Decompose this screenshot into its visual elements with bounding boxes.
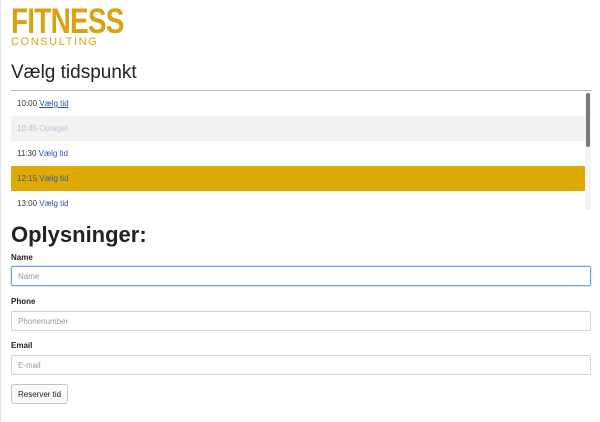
name-input[interactable] (11, 266, 591, 286)
timeslot-row-4-selected[interactable]: 12:15 Vælg tid (11, 166, 591, 191)
name-label: Name (11, 253, 33, 262)
timeslot-time: 13:00 (17, 199, 38, 208)
timeslot-time: 10:45 (17, 124, 38, 133)
scrollbar-thumb[interactable] (586, 93, 590, 147)
timeslot-select-link[interactable]: Vælg tid (39, 174, 68, 183)
form-title: Oplysninger: (11, 222, 147, 247)
fitness-consulting-logo: FITNESS CONSULTING (11, 2, 124, 49)
timeslot-time: 10:00 (17, 99, 38, 108)
timeslot-row-1[interactable]: 10:00 Vælg tid (11, 91, 591, 116)
timeslot-scrollbar[interactable] (585, 91, 591, 210)
timeslot-booked-label: Optaget (39, 124, 68, 133)
timeslot-select-link[interactable]: Vælg tid (39, 199, 68, 208)
phone-label: Phone (11, 297, 36, 306)
timeslot-row-5[interactable]: 13:00 Vælg tid (11, 191, 591, 210)
timeslot-row-2: 10:45 Optaget (11, 116, 591, 141)
email-label: Email (11, 341, 33, 350)
timeslot-select-link[interactable]: Vælg tid (39, 149, 68, 158)
timeslot-row-3[interactable]: 11:30 Vælg tid (11, 141, 591, 166)
timeslot-select-link[interactable]: Vælg tid (39, 99, 68, 108)
timeslot-title: Vælg tidspunkt (11, 62, 137, 83)
reserve-button[interactable]: Reserver tid (11, 384, 69, 404)
timeslot-time: 12:15 (17, 174, 38, 183)
page-left-border (0, 0, 1, 422)
timeslot-list[interactable]: 10:00 Vælg tid 10:45 Optaget 11:30 Vælg … (11, 90, 591, 210)
logo-main-text: FITNESS (11, 2, 124, 41)
timeslot-time: 11:30 (17, 149, 37, 158)
email-input[interactable] (11, 355, 591, 375)
phone-input[interactable] (11, 311, 591, 331)
